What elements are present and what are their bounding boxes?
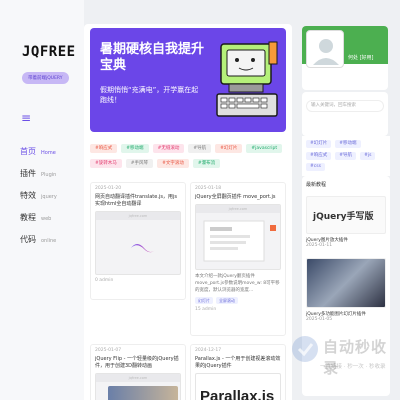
flip-cards-preview (108, 386, 178, 400)
latest-thumbnail[interactable]: jQuery手写版 (306, 196, 386, 234)
nav-item-code[interactable]: 代码 online (20, 234, 57, 256)
post-title[interactable]: Parallax.js - 一个用于创建视差滚动效果的jQuery插件 (195, 356, 281, 370)
post-thumbnail[interactable]: jqfree.com (95, 211, 181, 275)
post-date: 2025-01-18 (195, 186, 222, 191)
post-excerpt: 本文介绍一款jQuery翻页插件 move_port.js参数说明move_w:… (195, 274, 280, 293)
tag-chip[interactable]: #无缝滚动 (152, 144, 185, 153)
tag-chip[interactable]: #手风琴 (125, 159, 154, 168)
search-panel: 输入关键词，回车搜索 (302, 92, 388, 136)
watermark-logo-icon (292, 336, 318, 362)
post-title[interactable]: jQuery全屏翻页插件 move_port.js (195, 194, 281, 201)
post-card[interactable]: 2024-12-17 Parallax.js - 一个用于创建视差滚动效果的jQ… (190, 344, 286, 400)
thumb-url: jqfree.com (128, 214, 148, 218)
post-title[interactable]: 网页自动翻译插件translate.js，用js实现html全自动翻译 (95, 194, 181, 208)
post-date: 2024-12-17 (195, 348, 222, 353)
nav-sublabel: web (41, 216, 52, 222)
tag-chip[interactable]: #js (360, 151, 376, 160)
tag-chip[interactable]: #旋转木马 (90, 159, 122, 168)
latest-post[interactable]: jQuery手写版 jQuery图片放大插件 2025-01-11 (306, 196, 386, 248)
latest-date: 2025-01-05 (306, 317, 333, 322)
promo-banner[interactable]: 暑期硬核自我提升宝典 假期悄悄“充满电”，开学赢在起跑线！ (90, 28, 286, 132)
nav-item-effects[interactable]: 特效 jquery (20, 190, 57, 212)
nav-label: 代码 (20, 235, 36, 244)
post-title[interactable]: jQuery Flip - 一个轻量级的jQuery插件，用于创建3D翻转动画 (95, 356, 181, 370)
tag-chip[interactable]: #移动端 (335, 140, 361, 148)
hamburger-icon[interactable]: ≡ (21, 112, 31, 124)
main-content: 暑期硬核自我提升宝典 假期悄悄“充满电”，开学赢在起跑线！ #响应式 #移动端 #无… (84, 24, 292, 400)
nav-label: 教程 (20, 213, 36, 222)
tag-chip[interactable]: #瀑布流 (192, 159, 221, 168)
post-tag[interactable]: 幻灯片 (195, 297, 213, 304)
nav-sublabel: jquery (41, 194, 57, 200)
nav-sublabel: Home (41, 150, 56, 156)
tag-cloud: #响应式 #移动端 #无缝滚动 #导航 #幻灯片 #javascript #旋转木马 #手风琴… (90, 144, 290, 168)
left-sidebar: JQFREE 带着前端jQUERY ≡ 首页 Home 插件 Plugin 特效… (0, 0, 84, 400)
tag-chip[interactable]: #响应式 (306, 151, 332, 160)
nav-sublabel: Plugin (41, 172, 57, 178)
watermark: 自动秒收录 一直链接 · 秒一次 · 秒收录 (290, 330, 390, 378)
tag-chip[interactable]: #移动端 (121, 144, 149, 153)
thumb-url: jqfree.com (128, 376, 148, 380)
profile-cover: 何处 [好用] (302, 26, 388, 68)
tagline-pill: 带着前端jQUERY (22, 72, 69, 84)
post-date: 2025-01-07 (95, 348, 122, 353)
retro-computer-illustration (216, 41, 278, 117)
parallax-big-title: Parallax.js (200, 388, 275, 400)
post-tag[interactable]: 全屏滚动 (216, 297, 238, 304)
post-thumbnail[interactable]: jqfree.com (195, 204, 281, 270)
profile-name: 何处 [好用] (348, 55, 374, 61)
user-icon (313, 39, 339, 65)
post-meta: 15 admin (195, 307, 217, 312)
latest-thumbnail[interactable] (306, 258, 386, 308)
profile-card[interactable]: 何处 [好用] (302, 26, 388, 90)
right-tag-cloud: #幻灯片 #移动端 #响应式 #导航 #js #css (302, 136, 390, 176)
tag-chip[interactable]: #响应式 (90, 144, 118, 153)
main-nav: 首页 Home 插件 Plugin 特效 jquery 教程 web 代码 on… (20, 146, 57, 256)
watermark-subtext: 一直链接 · 秒一次 · 秒收录 (320, 364, 386, 370)
nav-item-home[interactable]: 首页 Home (20, 146, 57, 168)
site-logo[interactable]: JQFREE (22, 44, 76, 60)
post-meta: 0 admin (95, 278, 114, 283)
nav-label: 特效 (20, 191, 36, 200)
nav-label: 首页 (20, 147, 36, 156)
post-card[interactable]: 2025-01-07 jQuery Flip - 一个轻量级的jQuery插件，… (90, 344, 186, 400)
wave-logo-icon (131, 244, 157, 253)
post-card[interactable]: 2025-01-20 网页自动翻译插件translate.js，用js实现htm… (90, 182, 186, 300)
nav-sublabel: online (41, 238, 57, 244)
post-card[interactable]: 2025-01-18 jQuery全屏翻页插件 move_port.js jqf… (190, 182, 286, 336)
post-thumbnail[interactable]: jqfree.com (95, 373, 181, 400)
banner-title: 暑期硬核自我提升宝典 (100, 42, 205, 73)
avatar[interactable] (306, 30, 344, 68)
tag-chip[interactable]: #导航 (188, 144, 212, 153)
tag-chip[interactable]: #幻灯片 (306, 140, 332, 148)
nav-item-tutorials[interactable]: 教程 web (20, 212, 57, 234)
slides-preview-icon (203, 220, 276, 262)
search-input[interactable]: 输入关键词，回车搜索 (306, 100, 384, 112)
post-date: 2025-01-20 (95, 186, 122, 191)
tag-chip[interactable]: #javascript (246, 144, 283, 153)
latest-post[interactable]: jQuery多功能图片幻灯片插件 2025-01-05 (306, 258, 386, 322)
post-tags: 幻灯片 全屏滚动 (195, 297, 281, 304)
post-thumbnail[interactable]: Parallax.js (195, 373, 281, 400)
tag-chip[interactable]: #幻灯片 (215, 144, 243, 153)
tag-chip[interactable]: #css (306, 163, 325, 172)
nav-item-plugin[interactable]: 插件 Plugin (20, 168, 57, 190)
watermark-text: 自动秒收录 (323, 338, 388, 377)
panel-title: 最新教程 (306, 182, 327, 188)
latest-date: 2025-01-11 (306, 243, 333, 248)
tag-chip[interactable]: #导航 (335, 151, 357, 160)
nav-label: 插件 (20, 169, 36, 178)
thumb-url: jqfree.com (228, 207, 248, 211)
latest-thumb-title: jQuery手写版 (313, 212, 374, 222)
tag-chip[interactable]: #文字滚动 (157, 159, 189, 168)
banner-subtitle: 假期悄悄“充满电”，开学赢在起跑线！ (100, 86, 199, 104)
